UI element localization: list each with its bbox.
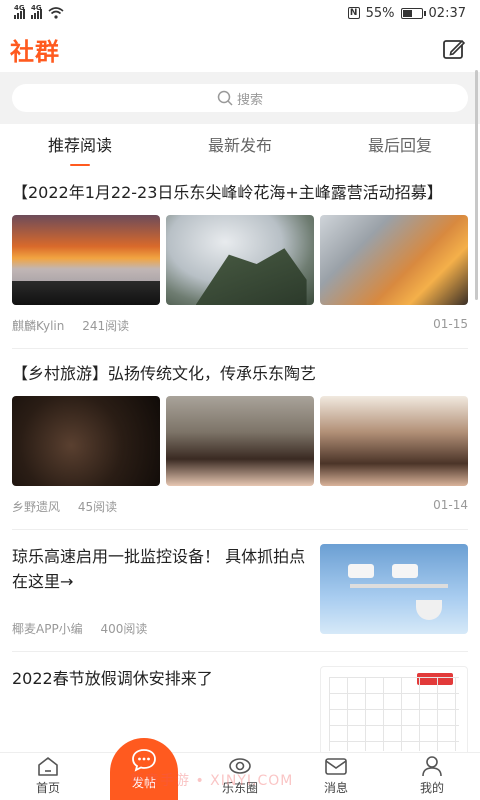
post-date: 01-14 <box>433 498 468 512</box>
post-title[interactable]: 【乡村旅游】弘扬传统文化，传承乐东陶艺 <box>12 361 468 386</box>
tab-bar: 推荐阅读 最新发布 最后回复 <box>0 124 480 168</box>
post-card[interactable]: 【乡村旅游】弘扬传统文化，传承乐东陶艺 乡野遗风 45阅读 01-14 <box>0 349 480 529</box>
post-title[interactable]: 【2022年1月22-23日乐东尖峰岭花海+主峰露营活动招募】 <box>12 180 468 205</box>
search-input[interactable]: 搜索 <box>12 84 468 112</box>
post-thumbnail[interactable] <box>320 666 468 752</box>
scrollbar[interactable] <box>475 70 478 300</box>
user-icon <box>422 756 442 777</box>
mail-icon <box>325 758 347 775</box>
app-header: 社群 <box>0 26 480 72</box>
post-author[interactable]: 麒麟Kylin <box>12 319 64 333</box>
post-thumbnail[interactable] <box>320 544 468 634</box>
search-icon <box>217 90 233 106</box>
wifi-icon <box>48 7 64 19</box>
post-image[interactable] <box>12 215 160 305</box>
battery-icon <box>400 7 426 19</box>
post-image[interactable] <box>166 215 314 305</box>
post-title[interactable]: 琼乐高速启用一批监控设备！ 具体抓拍点在这里→ <box>12 544 308 594</box>
nav-home[interactable]: 首页 <box>0 753 96 800</box>
search-bar-container: 搜索 <box>0 72 480 124</box>
battery-percent: 55% <box>365 5 395 21</box>
nav-post-wrap: 发帖 <box>96 738 192 800</box>
nfc-icon: N <box>347 7 360 19</box>
post-meta: 乡野遗风 45阅读 01-14 <box>12 486 468 529</box>
chat-bubble-icon <box>132 749 156 772</box>
post-author[interactable]: 椰麦APP小编 <box>12 622 83 636</box>
nav-home-label: 首页 <box>35 781 60 795</box>
post-reads: 241阅读 <box>82 319 130 333</box>
post-card[interactable]: 2022春节放假调休安排来了 <box>0 652 480 752</box>
post-button[interactable]: 发帖 <box>110 738 178 800</box>
nav-circle[interactable]: 乐东圈 <box>192 753 288 800</box>
tab-recommended[interactable]: 推荐阅读 <box>0 124 160 168</box>
signal-icon: 4G <box>14 4 25 19</box>
post-title[interactable]: 2022春节放假调休安排来了 <box>12 666 308 691</box>
compose-icon[interactable] <box>442 38 466 60</box>
post-image[interactable] <box>320 215 468 305</box>
post-image[interactable] <box>320 396 468 486</box>
post-reads: 400阅读 <box>100 622 148 636</box>
nav-messages-label: 消息 <box>323 781 348 795</box>
bottom-nav: 首页 发帖 乐东圈 消息 我的 <box>0 738 480 800</box>
nav-messages[interactable]: 消息 <box>288 753 384 800</box>
search-placeholder: 搜索 <box>236 92 263 108</box>
post-card[interactable]: 【2022年1月22-23日乐东尖峰岭花海+主峰露营活动招募】 麒麟Kylin … <box>0 168 480 348</box>
nav-me[interactable]: 我的 <box>384 753 480 800</box>
page-title: 社群 <box>10 37 60 66</box>
post-image[interactable] <box>12 396 160 486</box>
post-author[interactable]: 乡野遗风 <box>12 500 60 514</box>
tab-latest[interactable]: 最新发布 <box>160 124 320 168</box>
post-date: 01-15 <box>433 317 468 331</box>
post-feed[interactable]: 【2022年1月22-23日乐东尖峰岭花海+主峰露营活动招募】 麒麟Kylin … <box>0 168 480 752</box>
post-meta: 麒麟Kylin 241阅读 01-15 <box>12 305 468 348</box>
nav-me-label: 我的 <box>419 781 444 795</box>
post-reads: 45阅读 <box>77 500 118 514</box>
home-icon <box>38 757 58 776</box>
post-image[interactable] <box>166 396 314 486</box>
clock: 02:37 <box>428 5 466 21</box>
signal-icon: 4G <box>31 4 42 19</box>
circle-icon <box>229 758 251 774</box>
nav-circle-label: 乐东圈 <box>221 781 258 795</box>
status-bar: 4G 4G N 55% 02:37 <box>0 0 480 26</box>
post-card[interactable]: 琼乐高速启用一批监控设备！ 具体抓拍点在这里→ 椰麦APP小编 400阅读 <box>0 530 480 651</box>
post-button-label: 发帖 <box>131 776 156 790</box>
tab-last-reply[interactable]: 最后回复 <box>320 124 480 168</box>
